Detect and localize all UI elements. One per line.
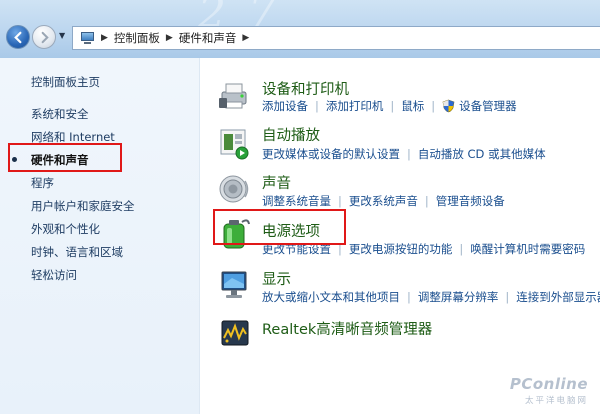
- sidebar-item-clock-region[interactable]: 时钟、语言和区域: [31, 244, 123, 260]
- link-add-printer[interactable]: 添加打印机: [326, 98, 384, 114]
- links-display: 放大或缩小文本和其他项目 | 调整屏幕分辨率 | 连接到外部显示器: [262, 289, 600, 305]
- chevron-right-icon[interactable]: ▶: [242, 33, 249, 43]
- sidebar-item-user-accounts[interactable]: 用户帐户和家庭安全: [31, 198, 135, 214]
- left-navigation: [0, 58, 200, 414]
- address-bar[interactable]: ▶ 控制面板 ▶ 硬件和声音 ▶: [72, 26, 600, 50]
- link-mouse[interactable]: 鼠标: [401, 98, 424, 114]
- monitor-icon: [221, 271, 247, 298]
- link-change-media-defaults[interactable]: 更改媒体或设备的默认设置: [262, 146, 400, 162]
- links-sound: 调整系统音量 | 更改系统声音 | 管理音频设备: [262, 193, 505, 209]
- link-resize-text[interactable]: 放大或缩小文本和其他项目: [262, 289, 400, 305]
- link-add-device[interactable]: 添加设备: [262, 98, 308, 114]
- link-adjust-resolution[interactable]: 调整屏幕分辨率: [418, 289, 499, 305]
- watermark-subtitle: 太平洋电脑网: [524, 396, 588, 406]
- link-require-password-on-wake[interactable]: 唤醒计算机时需要密码: [470, 241, 585, 257]
- category-autoplay[interactable]: 自动播放: [262, 124, 320, 145]
- autoplay-icon: [220, 129, 249, 160]
- category-devices-printers[interactable]: 设备和打印机: [262, 78, 349, 99]
- forward-button[interactable]: [32, 25, 56, 49]
- recent-pages-dropdown[interactable]: ▼: [59, 31, 65, 40]
- shield-icon: [442, 99, 455, 113]
- title-bar: 2 7 ▼ ▶ 控制面板 ▶ 硬件和声音 ▶: [0, 0, 600, 58]
- watermark-logo: PConline: [509, 375, 588, 393]
- back-button[interactable]: [6, 25, 30, 49]
- realtek-icon: [221, 320, 249, 346]
- category-sound[interactable]: 声音: [262, 172, 291, 193]
- highlight-box-sidebar: [8, 143, 122, 172]
- speaker-icon: [219, 175, 249, 203]
- breadcrumb-hardware-sound[interactable]: 硬件和声音: [179, 30, 237, 46]
- sidebar-item-home[interactable]: 控制面板主页: [31, 74, 100, 90]
- link-device-manager[interactable]: 设备管理器: [459, 98, 517, 114]
- sidebar-item-appearance[interactable]: 外观和个性化: [31, 221, 100, 237]
- link-manage-audio-devices[interactable]: 管理音频设备: [436, 193, 505, 209]
- arrow-right-icon: [41, 31, 49, 43]
- main-panel: 设备和打印机 添加设备 | 添加打印机 | 鼠标 | 设备管理器 自动播放 更改…: [200, 58, 600, 414]
- link-adjust-volume[interactable]: 调整系统音量: [262, 193, 331, 209]
- link-autoplay-cd[interactable]: 自动播放 CD 或其他媒体: [418, 146, 546, 162]
- sidebar-item-ease-of-access[interactable]: 轻松访问: [31, 267, 77, 283]
- chevron-right-icon[interactable]: ▶: [101, 33, 108, 43]
- category-realtek-audio-manager[interactable]: Realtek高清晰音频管理器: [262, 318, 432, 339]
- watermark: PConline 太平洋电脑网: [510, 375, 588, 406]
- arrow-left-icon: [13, 31, 21, 43]
- sidebar-item-programs[interactable]: 程序: [31, 175, 54, 191]
- highlight-box-power-options: [213, 209, 346, 245]
- link-change-system-sounds[interactable]: 更改系统声音: [349, 193, 418, 209]
- chevron-right-icon[interactable]: ▶: [166, 33, 173, 43]
- breadcrumb-control-panel[interactable]: 控制面板: [114, 30, 160, 46]
- link-power-button-function[interactable]: 更改电源按钮的功能: [349, 241, 453, 257]
- printer-icon: [219, 83, 247, 109]
- control-panel-icon: [79, 31, 95, 45]
- link-connect-external-display[interactable]: 连接到外部显示器: [516, 289, 600, 305]
- links-devices-printers: 添加设备 | 添加打印机 | 鼠标 | 设备管理器: [262, 98, 517, 114]
- category-display[interactable]: 显示: [262, 268, 291, 289]
- sidebar-item-system-security[interactable]: 系统和安全: [31, 106, 89, 122]
- links-autoplay: 更改媒体或设备的默认设置 | 自动播放 CD 或其他媒体: [262, 146, 546, 162]
